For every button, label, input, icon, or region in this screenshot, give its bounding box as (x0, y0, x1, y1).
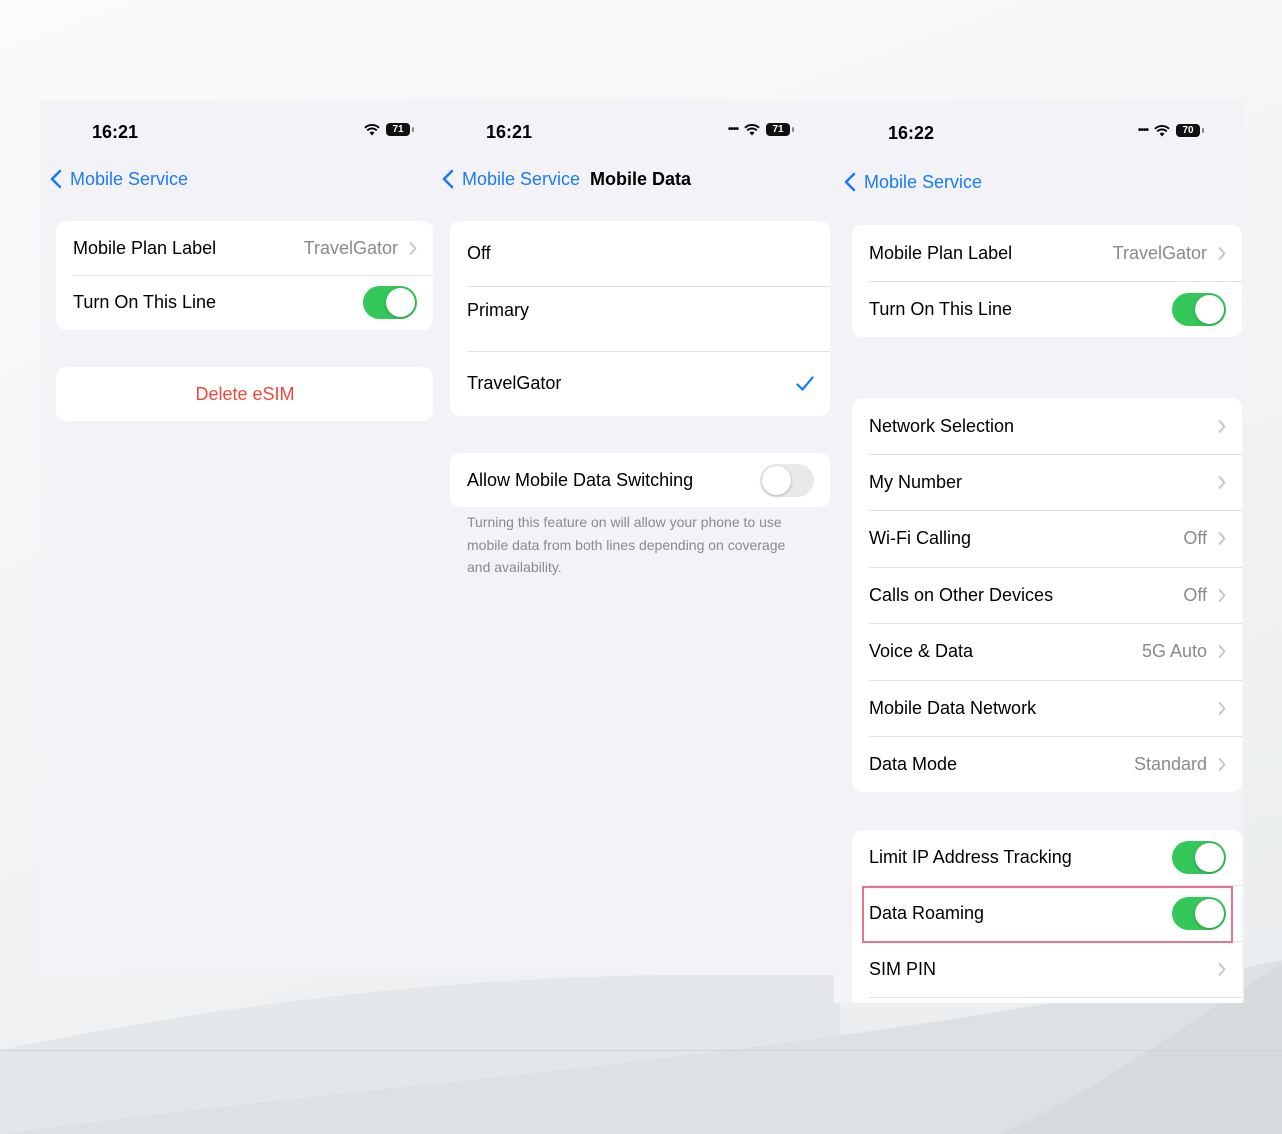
row-label: Voice & Data (869, 641, 974, 661)
row-value: Standard (1133, 753, 1207, 774)
row-value: Off (1183, 528, 1207, 548)
chevron-right-icon (1218, 701, 1226, 715)
wifi-icon (744, 123, 760, 136)
status-time: 16:21 (486, 122, 533, 142)
option-travelgator[interactable]: TravelGator (450, 351, 830, 416)
allow-switching-toggle[interactable] (760, 463, 814, 497)
partial-row (852, 997, 1242, 1003)
turn-on-line-row: Turn On This Line (852, 281, 1242, 337)
voice-data-row[interactable]: Voice & Data 5G Auto (852, 623, 1242, 680)
phone-screen-mobile-service-full: 16:22 •••• 70 Mobile Service Mobile Plan… (834, 100, 1244, 1003)
chevron-right-icon (1218, 246, 1226, 260)
allow-switching-row: Allow Mobile Data Switching (450, 453, 830, 507)
chevron-right-icon (1218, 644, 1226, 659)
data-roaming-label: Data Roaming (869, 902, 985, 923)
status-icons: •••• 71 (728, 123, 795, 136)
nav-bar: Mobile Service Mobile Data (440, 168, 691, 190)
chevron-right-icon (1218, 588, 1226, 602)
turn-on-line-toggle[interactable] (1172, 292, 1226, 326)
privacy-group: Limit IP Address Tracking Data Roaming S… (852, 830, 1242, 1003)
nav-bar: Mobile Service (842, 171, 982, 193)
battery-icon: 70 (1176, 124, 1205, 137)
calls-other-devices-row[interactable]: Calls on Other Devices Off (852, 567, 1242, 623)
plan-group: Mobile Plan Label TravelGator Turn On Th… (56, 221, 433, 330)
nav-bar: Mobile Service (48, 168, 188, 190)
switching-group: Allow Mobile Data Switching (450, 453, 830, 507)
delete-esim-label: Delete eSIM (195, 383, 295, 404)
my-number-row[interactable]: My Number (852, 454, 1242, 510)
status-icons: •••• 70 (1138, 124, 1205, 137)
data-mode-row[interactable]: Data Mode Standard (852, 736, 1242, 792)
mobile-data-network-row[interactable]: Mobile Data Network (852, 680, 1242, 736)
chevron-left-icon[interactable] (48, 168, 66, 190)
turn-on-line-label: Turn On This Line (869, 298, 1013, 319)
plan-value: TravelGator (1112, 242, 1207, 263)
option-off[interactable]: Off (450, 221, 830, 286)
limit-ip-label: Limit IP Address Tracking (869, 847, 1072, 867)
chevron-right-icon (1218, 531, 1226, 546)
plan-value: TravelGator (303, 237, 398, 258)
mobile-data-options: Off Primary TravelGator (450, 221, 830, 416)
chevron-right-icon (1218, 757, 1226, 771)
status-time: 16:21 (92, 122, 139, 142)
mobile-plan-label-row[interactable]: Mobile Plan Label TravelGator (56, 221, 433, 275)
option-label: Off (467, 243, 491, 263)
back-button[interactable]: Mobile Service (70, 169, 188, 190)
wifi-icon (364, 123, 380, 136)
data-roaming-row: Data Roaming (852, 885, 1242, 941)
phone-screen-mobile-service: 16:21 71 Mobile Service Mobile Plan Labe… (40, 100, 442, 975)
allow-switching-label: Allow Mobile Data Switching (467, 469, 694, 490)
mobile-plan-label: Mobile Plan Label (869, 242, 1013, 263)
turn-on-line-label: Turn On This Line (73, 292, 217, 312)
network-selection-row[interactable]: Network Selection (852, 398, 1242, 454)
back-button[interactable]: Mobile Service (864, 172, 982, 193)
battery-icon: 71 (766, 123, 795, 136)
limit-ip-row: Limit IP Address Tracking (852, 830, 1242, 885)
wifi-icon (1154, 124, 1170, 137)
back-button[interactable]: Mobile Service (462, 169, 580, 190)
chevron-right-icon (1218, 475, 1226, 489)
chevron-right-icon (1218, 419, 1226, 433)
page-title: Mobile Data (590, 168, 692, 189)
mobile-plan-label: Mobile Plan Label (73, 237, 217, 258)
switching-footnote: Turning this feature on will allow your … (467, 514, 786, 575)
data-roaming-toggle[interactable] (1172, 896, 1226, 930)
wifi-calling-row[interactable]: Wi-Fi Calling Off (852, 510, 1242, 567)
divider-line (0, 1050, 1282, 1051)
delete-esim-button[interactable]: Delete eSIM (56, 367, 433, 421)
battery-icon: 71 (386, 123, 414, 136)
network-group: Network Selection My Number Wi-Fi Callin… (852, 398, 1242, 792)
row-value: Off (1183, 584, 1207, 605)
checkmark-icon (796, 375, 814, 391)
row-label: Network Selection (869, 415, 1015, 436)
option-label: Primary (467, 300, 529, 320)
chevron-right-icon (409, 241, 417, 255)
sim-pin-row[interactable]: SIM PIN (852, 941, 1242, 997)
cellular-icon: •••• (728, 124, 739, 135)
chevron-left-icon[interactable] (842, 171, 860, 193)
phone-screen-mobile-data: 16:21 •••• 71 Mobile Service Mobile Data… (434, 100, 836, 975)
cellular-icon: •••• (1138, 125, 1149, 136)
option-label: TravelGator (467, 373, 562, 393)
delete-group: Delete eSIM (56, 367, 433, 421)
row-label: My Number (869, 471, 963, 492)
limit-ip-toggle[interactable] (1172, 841, 1226, 874)
status-icons: 71 (364, 123, 414, 136)
chevron-left-icon[interactable] (440, 168, 458, 190)
status-time: 16:22 (888, 123, 935, 143)
row-label: Calls on Other Devices (869, 584, 1054, 605)
row-label: Data Mode (869, 753, 958, 774)
turn-on-line-toggle[interactable] (363, 286, 417, 319)
plan-group: Mobile Plan Label TravelGator Turn On Th… (852, 225, 1242, 337)
option-primary[interactable]: Primary (450, 286, 830, 351)
row-label: Wi-Fi Calling (869, 528, 972, 548)
row-label: Mobile Data Network (869, 697, 1037, 718)
turn-on-line-row: Turn On This Line (56, 275, 433, 330)
chevron-right-icon (1218, 962, 1226, 976)
row-value: 5G Auto (1141, 641, 1207, 661)
mobile-plan-label-row[interactable]: Mobile Plan Label TravelGator (852, 225, 1242, 281)
sim-pin-label: SIM PIN (869, 958, 937, 979)
